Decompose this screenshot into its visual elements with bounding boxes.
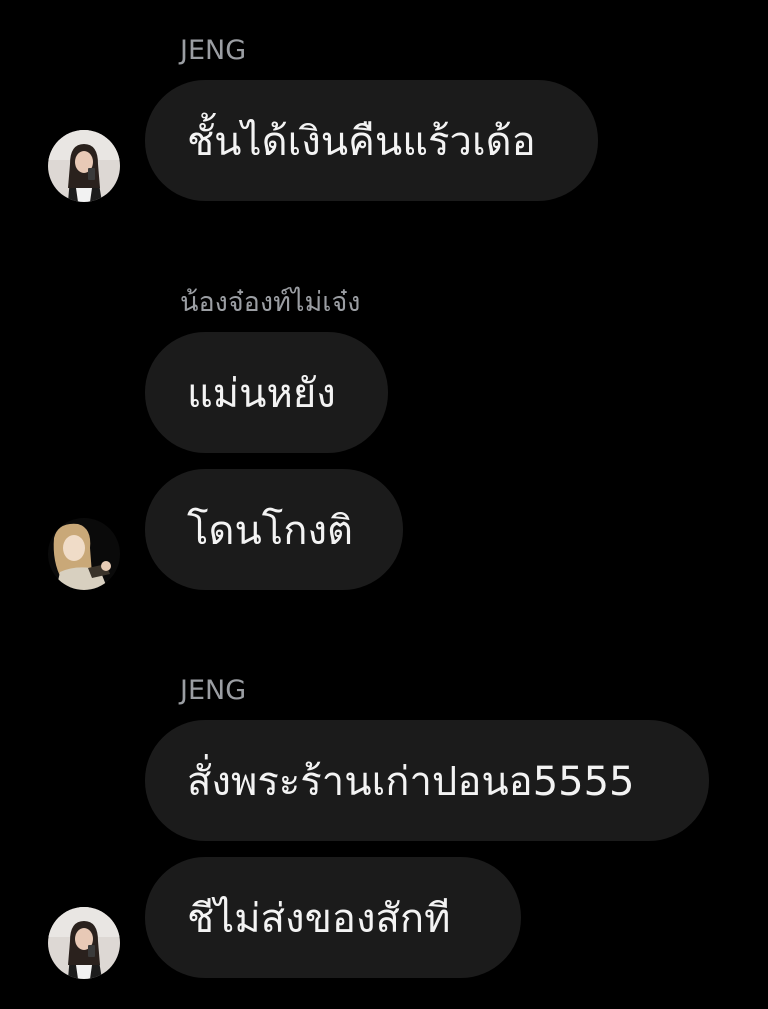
profile-photo-icon: [48, 518, 120, 590]
avatar-nong-jong[interactable]: [48, 518, 120, 590]
sender-name: JENG: [180, 35, 247, 66]
message-text: แม่นหยัง: [187, 370, 336, 417]
avatar-jeng[interactable]: [48, 907, 120, 979]
message-text: สั่งพระร้านเก่าปอนอ5555: [187, 758, 635, 805]
profile-photo-icon: [48, 907, 120, 979]
message-bubble[interactable]: ชั้นได้เงินคืนแร้วเด้อ: [145, 80, 598, 201]
sender-name: น้องจ๋องท์ไม่เจ๋ง: [180, 287, 361, 318]
sender-name: JENG: [180, 675, 247, 706]
message-bubble[interactable]: แม่นหยัง: [145, 332, 388, 453]
message-text: โดนโกงติ: [187, 507, 354, 554]
profile-photo-icon: [48, 130, 120, 202]
message-bubble[interactable]: สั่งพระร้านเก่าปอนอ5555: [145, 720, 709, 841]
message-text: ชีไม่ส่งของสักที: [187, 895, 451, 942]
message-bubble[interactable]: ชีไม่ส่งของสักที: [145, 857, 521, 978]
message-bubble[interactable]: โดนโกงติ: [145, 469, 403, 590]
message-text: ชั้นได้เงินคืนแร้วเด้อ: [187, 118, 536, 165]
avatar-jeng[interactable]: [48, 130, 120, 202]
